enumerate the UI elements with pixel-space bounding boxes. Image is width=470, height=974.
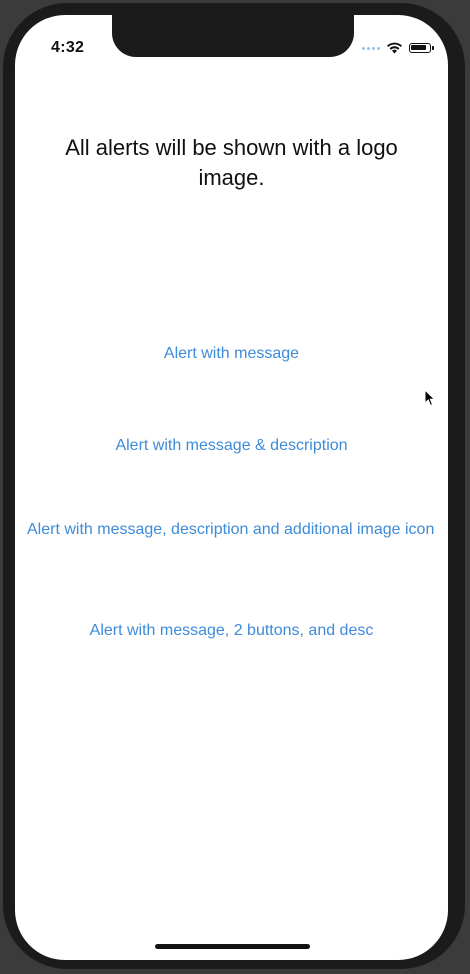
cellular-dots-icon [362, 46, 380, 50]
battery-icon [409, 43, 434, 53]
status-time: 4:32 [51, 39, 85, 56]
device-frame: 4:32 All alerts will be shown with a log… [0, 0, 470, 974]
mouse-cursor-icon [424, 389, 436, 407]
alert-message-description-button[interactable]: Alert with message & description [15, 436, 448, 455]
app-screen: 4:32 All alerts will be shown with a log… [15, 15, 448, 960]
wifi-icon [387, 42, 402, 54]
status-icons [362, 39, 434, 57]
home-indicator[interactable] [155, 944, 310, 949]
alert-message-button[interactable]: Alert with message [15, 344, 448, 363]
page-heading: All alerts will be shown with a logo ima… [65, 135, 398, 190]
device-notch [112, 15, 354, 57]
alert-message-description-image-button[interactable]: Alert with message, description and addi… [27, 520, 439, 539]
alert-message-two-buttons-button[interactable]: Alert with message, 2 buttons, and desc [15, 621, 448, 640]
